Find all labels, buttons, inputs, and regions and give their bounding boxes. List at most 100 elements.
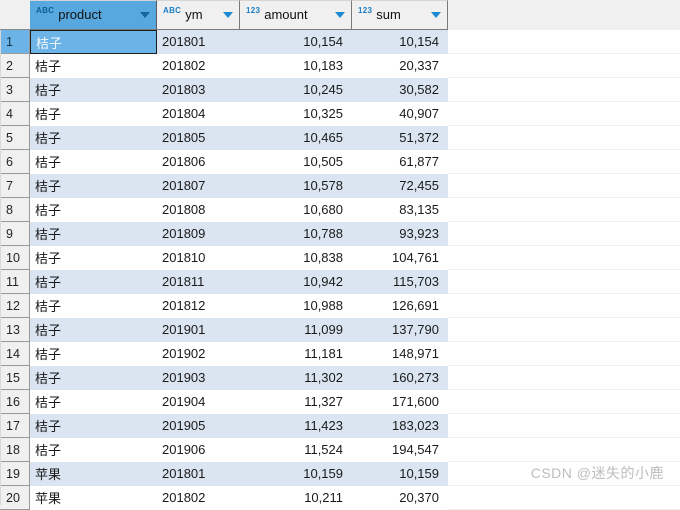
row-number-cell[interactable]: 15	[0, 366, 30, 390]
row-number-cell[interactable]: 19	[0, 462, 30, 486]
cell-sum[interactable]: 115,703	[352, 270, 448, 294]
cell-amount[interactable]: 10,325	[240, 102, 352, 126]
cell-amount[interactable]: 10,154	[240, 30, 352, 54]
cell-sum[interactable]: 171,600	[352, 390, 448, 414]
cell-amount[interactable]: 10,159	[240, 462, 352, 486]
cell-product[interactable]: 桔子	[30, 366, 157, 390]
chevron-down-icon[interactable]	[223, 12, 233, 18]
chevron-down-icon[interactable]	[335, 12, 345, 18]
column-header-ym[interactable]: ABC ym	[157, 0, 240, 30]
cell-amount[interactable]: 10,505	[240, 150, 352, 174]
cell-sum[interactable]: 93,923	[352, 222, 448, 246]
cell-sum[interactable]: 160,273	[352, 366, 448, 390]
table-row[interactable]: 18 桔子 201906 11,524 194,547	[0, 438, 680, 462]
table-row[interactable]: 16 桔子 201904 11,327 171,600	[0, 390, 680, 414]
row-number-cell[interactable]: 14	[0, 342, 30, 366]
cell-product[interactable]: 桔子	[30, 150, 157, 174]
row-number-cell[interactable]: 3	[0, 78, 30, 102]
cell-ym[interactable]: 201811	[157, 270, 240, 294]
table-row[interactable]: 11 桔子 201811 10,942 115,703	[0, 270, 680, 294]
cell-product[interactable]: 桔子	[30, 30, 157, 54]
cell-product[interactable]: 桔子	[30, 342, 157, 366]
cell-sum[interactable]: 30,582	[352, 78, 448, 102]
row-number-cell[interactable]: 18	[0, 438, 30, 462]
table-row[interactable]: 12 桔子 201812 10,988 126,691	[0, 294, 680, 318]
cell-ym[interactable]: 201801	[157, 30, 240, 54]
column-header-product[interactable]: ABC product	[30, 0, 157, 30]
cell-ym[interactable]: 201806	[157, 150, 240, 174]
cell-sum[interactable]: 194,547	[352, 438, 448, 462]
cell-product[interactable]: 桔子	[30, 414, 157, 438]
cell-amount[interactable]: 10,245	[240, 78, 352, 102]
cell-product[interactable]: 桔子	[30, 174, 157, 198]
cell-ym[interactable]: 201809	[157, 222, 240, 246]
table-row[interactable]: 3 桔子 201803 10,245 30,582	[0, 78, 680, 102]
row-number-cell[interactable]: 5	[0, 126, 30, 150]
cell-ym[interactable]: 201904	[157, 390, 240, 414]
cell-product[interactable]: 桔子	[30, 294, 157, 318]
table-row[interactable]: 19 苹果 201801 10,159 10,159	[0, 462, 680, 486]
cell-ym[interactable]: 201902	[157, 342, 240, 366]
cell-product[interactable]: 桔子	[30, 318, 157, 342]
cell-product[interactable]: 桔子	[30, 78, 157, 102]
row-number-cell[interactable]: 1	[0, 30, 30, 54]
chevron-down-icon[interactable]	[140, 12, 150, 18]
cell-ym[interactable]: 201803	[157, 78, 240, 102]
table-row[interactable]: 4 桔子 201804 10,325 40,907	[0, 102, 680, 126]
cell-amount[interactable]: 11,524	[240, 438, 352, 462]
cell-amount[interactable]: 10,211	[240, 486, 352, 510]
cell-amount[interactable]: 11,302	[240, 366, 352, 390]
cell-ym[interactable]: 201807	[157, 174, 240, 198]
cell-ym[interactable]: 201905	[157, 414, 240, 438]
cell-sum[interactable]: 137,790	[352, 318, 448, 342]
grid-corner-header[interactable]	[0, 0, 30, 30]
cell-amount[interactable]: 10,183	[240, 54, 352, 78]
row-number-cell[interactable]: 10	[0, 246, 30, 270]
cell-sum[interactable]: 148,971	[352, 342, 448, 366]
cell-sum[interactable]: 51,372	[352, 126, 448, 150]
table-row[interactable]: 1 桔子 201801 10,154 10,154	[0, 30, 680, 54]
table-row[interactable]: 7 桔子 201807 10,578 72,455	[0, 174, 680, 198]
table-row[interactable]: 10 桔子 201810 10,838 104,761	[0, 246, 680, 270]
cell-sum[interactable]: 126,691	[352, 294, 448, 318]
cell-ym[interactable]: 201901	[157, 318, 240, 342]
row-number-cell[interactable]: 8	[0, 198, 30, 222]
table-row[interactable]: 17 桔子 201905 11,423 183,023	[0, 414, 680, 438]
cell-product[interactable]: 桔子	[30, 246, 157, 270]
cell-amount[interactable]: 11,099	[240, 318, 352, 342]
column-header-amount[interactable]: 123 amount	[240, 0, 352, 30]
cell-sum[interactable]: 72,455	[352, 174, 448, 198]
row-number-cell[interactable]: 9	[0, 222, 30, 246]
cell-product[interactable]: 苹果	[30, 486, 157, 510]
row-number-cell[interactable]: 13	[0, 318, 30, 342]
cell-product[interactable]: 桔子	[30, 54, 157, 78]
row-number-cell[interactable]: 2	[0, 54, 30, 78]
table-row[interactable]: 9 桔子 201809 10,788 93,923	[0, 222, 680, 246]
cell-ym[interactable]: 201802	[157, 54, 240, 78]
cell-sum[interactable]: 20,337	[352, 54, 448, 78]
row-number-cell[interactable]: 11	[0, 270, 30, 294]
cell-sum[interactable]: 40,907	[352, 102, 448, 126]
cell-amount[interactable]: 10,942	[240, 270, 352, 294]
cell-ym[interactable]: 201903	[157, 366, 240, 390]
cell-sum[interactable]: 83,135	[352, 198, 448, 222]
table-row[interactable]: 20 苹果 201802 10,211 20,370	[0, 486, 680, 510]
cell-ym[interactable]: 201906	[157, 438, 240, 462]
cell-ym[interactable]: 201812	[157, 294, 240, 318]
row-number-cell[interactable]: 12	[0, 294, 30, 318]
cell-sum[interactable]: 10,159	[352, 462, 448, 486]
cell-amount[interactable]: 10,988	[240, 294, 352, 318]
cell-product[interactable]: 桔子	[30, 102, 157, 126]
table-row[interactable]: 14 桔子 201902 11,181 148,971	[0, 342, 680, 366]
cell-ym[interactable]: 201804	[157, 102, 240, 126]
cell-amount[interactable]: 10,838	[240, 246, 352, 270]
row-number-cell[interactable]: 4	[0, 102, 30, 126]
row-number-cell[interactable]: 17	[0, 414, 30, 438]
cell-product[interactable]: 桔子	[30, 390, 157, 414]
cell-ym[interactable]: 201808	[157, 198, 240, 222]
cell-amount[interactable]: 10,578	[240, 174, 352, 198]
cell-amount[interactable]: 11,181	[240, 342, 352, 366]
table-row[interactable]: 2 桔子 201802 10,183 20,337	[0, 54, 680, 78]
cell-sum[interactable]: 61,877	[352, 150, 448, 174]
chevron-down-icon[interactable]	[431, 12, 441, 18]
